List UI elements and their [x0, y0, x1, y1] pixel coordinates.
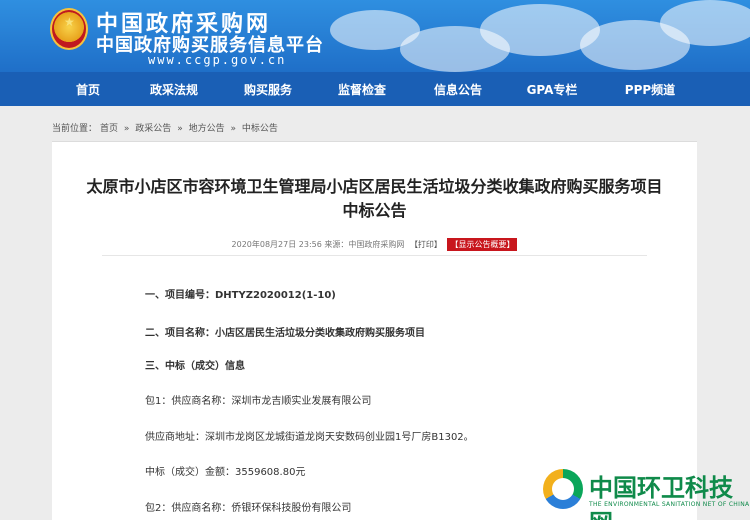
- publish-date: 2020年08月27日 23:56: [231, 240, 322, 249]
- nav-item-announcements[interactable]: 信息公告: [428, 81, 488, 98]
- main-nav: 首页 政采法规 购买服务 监督检查 信息公告 GPA专栏 PPP频道: [0, 72, 750, 106]
- nav-item-regulations[interactable]: 政采法规: [144, 81, 204, 98]
- watermark: 中国环卫科技网 THE ENVIRONMENTAL SANITATION NET…: [533, 463, 750, 520]
- award-info-heading: 三、中标（成交）信息: [145, 361, 245, 372]
- nav-item-purchase-services[interactable]: 购买服务: [238, 81, 298, 98]
- breadcrumb-item-award[interactable]: 中标公告: [242, 124, 278, 134]
- national-emblem-icon: ★: [50, 8, 88, 50]
- breadcrumb-separator: »: [230, 124, 236, 134]
- package-2-supplier: 包2：供应商名称：侨银环保科技股份有限公司: [145, 503, 352, 514]
- show-summary-button[interactable]: 【显示公告概要】: [447, 238, 518, 251]
- package-1-supplier: 包1：供应商名称：深圳市龙吉顺实业发展有限公司: [145, 396, 372, 407]
- article-title-line-2: 中标公告: [342, 201, 407, 220]
- package-1-address: 供应商地址：深圳市龙岗区龙城街道龙岗天安数码创业园1号厂房B1302。: [145, 432, 474, 443]
- breadcrumb-item-home[interactable]: 首页: [100, 124, 118, 134]
- watermark-text: 中国环卫科技网: [589, 474, 733, 520]
- breadcrumb: 当前位置： 首页 » 政采公告 » 地方公告 » 中标公告: [52, 121, 281, 134]
- print-link[interactable]: 【打印】: [410, 240, 442, 249]
- breadcrumb-item-local[interactable]: 地方公告: [189, 124, 225, 134]
- breadcrumb-separator: »: [177, 124, 183, 134]
- project-number: 一、项目编号：DHTYZ2020012(1-10): [145, 290, 336, 301]
- divider: [102, 255, 647, 256]
- article-meta: 2020年08月27日 23:56 来源：中国政府采购网 【打印】 【显示公告概…: [52, 238, 697, 251]
- package-1-amount: 中标（成交）金额：3559608.80元: [145, 467, 306, 478]
- project-name: 二、项目名称：小店区居民生活垃圾分类收集政府购买服务项目: [145, 328, 425, 339]
- cloud-decoration: [660, 0, 750, 46]
- breadcrumb-prefix: 当前位置：: [52, 124, 98, 134]
- article-source: 来源：中国政府采购网: [324, 240, 405, 249]
- nav-item-supervision[interactable]: 监督检查: [332, 81, 392, 98]
- watermark-subtext: THE ENVIRONMENTAL SANITATION NET OF CHIN…: [589, 501, 750, 508]
- site-url: www.ccgp.gov.cn: [148, 53, 287, 67]
- nav-item-ppp[interactable]: PPP频道: [618, 81, 682, 98]
- watermark-logo-icon: [543, 469, 583, 509]
- nav-item-home[interactable]: 首页: [62, 81, 114, 98]
- breadcrumb-separator: »: [123, 124, 130, 134]
- article-title-line-1: 太原市小店区市容环境卫生管理局小店区居民生活垃圾分类收集政府购买服务项目: [86, 177, 663, 196]
- article-title: 太原市小店区市容环境卫生管理局小店区居民生活垃圾分类收集政府购买服务项目 中标公…: [52, 175, 697, 223]
- nav-item-gpa[interactable]: GPA专栏: [520, 81, 584, 98]
- site-header-banner: ★ 中国政府采购网 中国政府购买服务信息平台 www.ccgp.gov.cn: [0, 0, 750, 72]
- breadcrumb-item-procurement[interactable]: 政采公告: [135, 124, 171, 134]
